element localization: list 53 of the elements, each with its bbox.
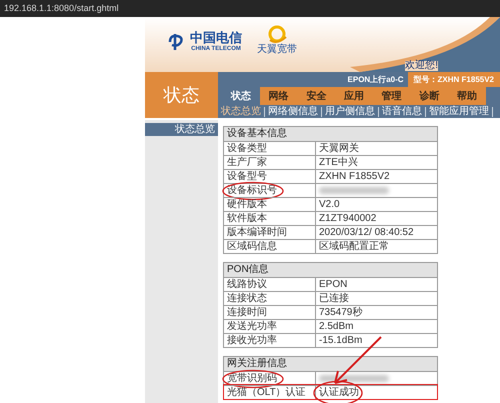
nav-tab[interactable]: 管理 xyxy=(372,87,411,105)
product-name: 天翼宽带 xyxy=(257,45,297,55)
row-label: 发送光功率 xyxy=(227,322,277,332)
subnav-link[interactable]: 智能应用管理 xyxy=(429,106,493,116)
row-label: 光猫（OLT）认证 xyxy=(227,388,306,398)
subnav-link[interactable]: 状态总览 xyxy=(221,106,265,116)
swirl-logo-icon xyxy=(266,25,288,45)
nav-tab[interactable]: 安全 xyxy=(297,87,336,105)
row-label: 区域码信息 xyxy=(227,242,277,252)
row-value: 735479秒 xyxy=(319,308,362,318)
row-label: 连接时间 xyxy=(227,308,267,318)
row-label: 连接状态 xyxy=(227,294,267,304)
table-heading: 设备基本信息 xyxy=(224,127,437,141)
row-value: 2020/03/12/ 08:40:52 xyxy=(319,228,414,238)
nav-tab[interactable]: 网络 xyxy=(260,87,298,105)
uplink-text: EPON上行a0-C xyxy=(348,74,405,86)
table-heading: PON信息 xyxy=(224,263,437,277)
row-value: 已连接 xyxy=(319,294,349,304)
row-label: 软件版本 xyxy=(227,214,267,224)
row-value: -15.1dBm xyxy=(319,336,362,346)
page-title: 状态 xyxy=(145,72,218,118)
blurred-value xyxy=(319,187,389,194)
subnav-link[interactable]: 网络侧信息 xyxy=(268,106,322,116)
model-label: 型号：ZXHN F1855V2 xyxy=(408,72,500,87)
row-label: 版本编译时间 xyxy=(227,228,287,238)
subnav-link[interactable]: 用户侧信息 xyxy=(325,106,379,116)
row-label: 生产厂家 xyxy=(227,158,267,168)
row-label: 设备型号 xyxy=(227,172,267,182)
welcome-text: 欢迎您! xyxy=(405,61,438,71)
nav-tab[interactable]: 帮助 xyxy=(448,87,486,105)
sidebar-item[interactable]: 状态总览 xyxy=(145,123,218,136)
row-value: EPON xyxy=(319,280,348,290)
subnav-link[interactable]: 语音信息 xyxy=(382,106,426,116)
row-value: V2.0 xyxy=(319,200,340,210)
row-value: 2.5dBm xyxy=(319,322,354,332)
row-value: 区域码配置正常 xyxy=(319,242,389,252)
blurred-value xyxy=(319,375,389,382)
nav-tab[interactable]: 应用 xyxy=(335,87,373,105)
row-value: Z1ZT940002 xyxy=(319,214,376,224)
row-label: 线路协议 xyxy=(227,280,267,290)
row-label: 接收光功率 xyxy=(227,336,277,346)
table-heading: 网关注册信息 xyxy=(224,357,437,371)
nav-tab[interactable]: 诊断 xyxy=(410,87,448,105)
row-value: ZTE中兴 xyxy=(319,158,358,168)
address-bar[interactable]: 192.168.1.1:8080/start.ghtml xyxy=(0,0,500,17)
row-value: ZXHN F1855V2 xyxy=(319,172,390,182)
circle-annotation xyxy=(312,380,364,403)
row-value: 天翼网关 xyxy=(319,144,359,154)
nav-tab[interactable]: 状态 xyxy=(222,87,260,105)
row-value: 认证成功 xyxy=(319,388,359,398)
row-label: 设备类型 xyxy=(227,144,267,154)
row-label: 硬件版本 xyxy=(227,200,267,210)
brand-name: 中国电信 xyxy=(190,32,242,45)
